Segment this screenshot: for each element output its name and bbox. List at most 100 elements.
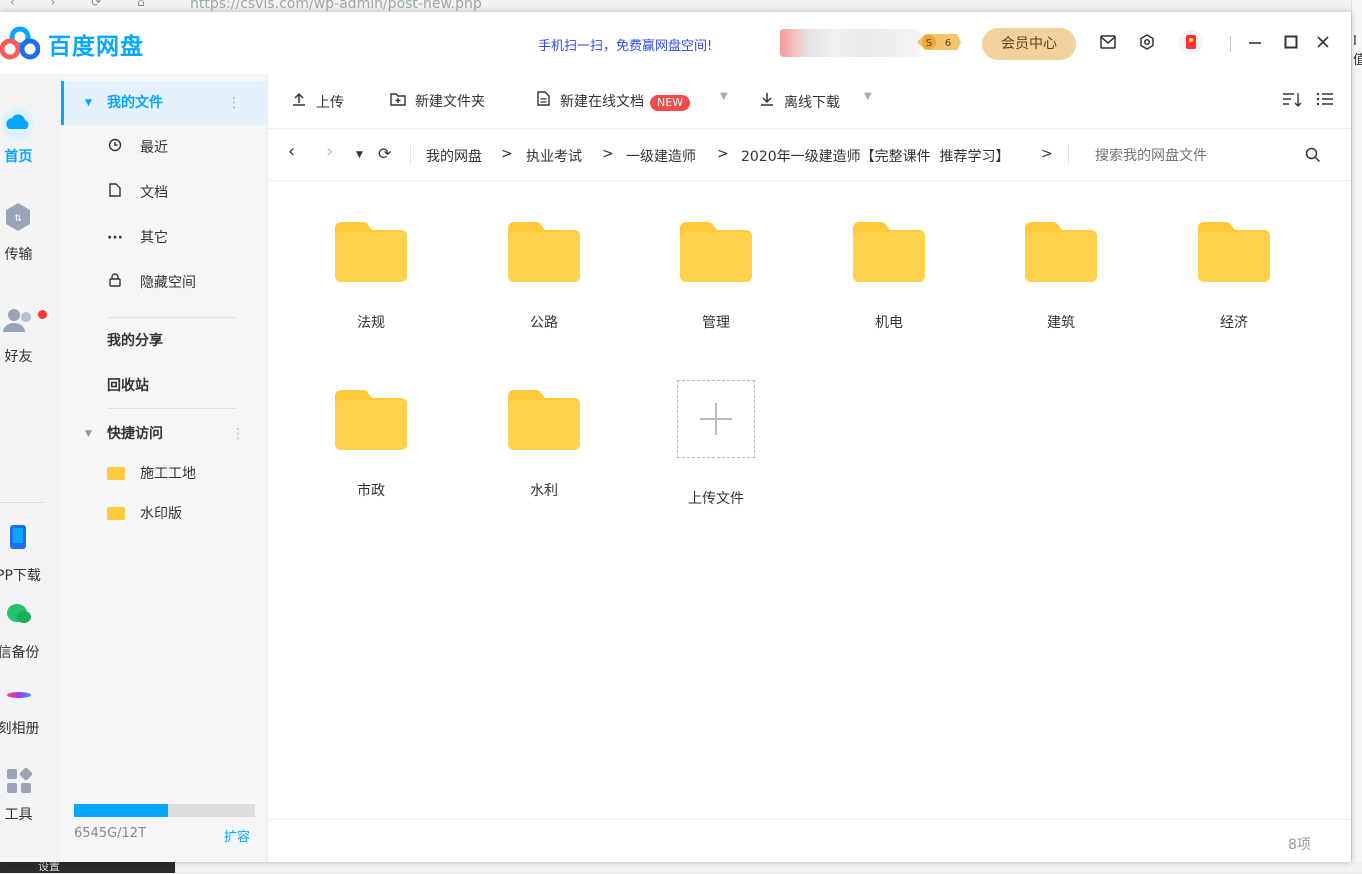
storage-usage-bar — [74, 804, 255, 817]
maximize-icon[interactable] — [1279, 30, 1303, 54]
expand-storage-link[interactable]: 扩容 — [224, 826, 250, 845]
storage-usage-text: 6545G/12T — [74, 826, 147, 841]
nav-tools-label: 工具 — [4, 807, 33, 823]
folder-item[interactable]: 水利 — [484, 388, 604, 508]
collapse-caret-icon[interactable]: ▼ — [85, 419, 92, 449]
breadcrumb-item[interactable]: 一级建造师 — [626, 146, 696, 166]
folder-icon — [1023, 220, 1099, 288]
sidebar-item-my-share[interactable]: 我的分享 — [61, 326, 267, 356]
upload-file-button[interactable] — [677, 380, 755, 458]
nav-app-download-label: PP下载 — [0, 568, 41, 584]
sidebar-my-share-label: 我的分享 — [107, 333, 163, 349]
nav-friends-label: 好友 — [4, 349, 33, 365]
browser-url[interactable]: https://csvis.com/wp-admin/post-new.php — [190, 0, 482, 12]
more-icon[interactable]: ⋮ — [227, 88, 241, 118]
refresh-icon[interactable]: ⟳ — [378, 144, 391, 163]
sidebar-hidden-label: 隐藏空间 — [140, 275, 196, 291]
album-icon — [7, 692, 31, 698]
sidebar-my-files-row[interactable]: ▼ 我的文件 ⋮ — [61, 88, 267, 118]
new-online-doc-button[interactable]: 新建在线文档 NEW — [534, 91, 691, 111]
nav-app-download[interactable]: PP下载 — [0, 524, 61, 584]
nav-transfer-label: 传输 — [4, 247, 33, 263]
sidebar-item-recycle[interactable]: 回收站 — [61, 371, 267, 401]
nav-wechat-backup[interactable]: 信备份 — [0, 602, 61, 662]
browser-strip: ‹ › ⟳ ⌂ https://csvis.com/wp-admin/post-… — [0, 0, 1362, 12]
sidebar-divider — [107, 408, 237, 409]
wechat-backup-icon — [7, 604, 31, 623]
toolbar: 上传 新建文件夹 新建在线文档 NEW ▼ 离线下载 ▼ — [268, 74, 1351, 129]
upload-file-label: 上传文件 — [688, 491, 744, 507]
nav-friends[interactable]: 好友 — [0, 302, 61, 365]
new-doc-dropdown-icon[interactable]: ▼ — [720, 91, 728, 102]
breadcrumb-item[interactable]: 2020年一级建造师【完整课件 推荐学习】 — [741, 146, 1010, 166]
left-navigation: 首页 ⇅ 传输 好友 PP下载 信备份 刻相册 工具 — [0, 74, 61, 862]
folder-item[interactable]: 机电 — [829, 220, 949, 340]
upload-button[interactable]: 上传 — [290, 91, 344, 111]
nav-transfer[interactable]: ⇅ 传输 — [0, 200, 61, 263]
collapse-caret-icon[interactable]: ▼ — [85, 88, 92, 118]
breadcrumb-item[interactable]: 执业考试 — [526, 146, 582, 166]
svip-badge: S 6 — [917, 33, 961, 51]
user-avatar-name[interactable] — [780, 29, 920, 57]
sidebar-quick-access-row[interactable]: ▼ 快捷访问 ⋮ — [61, 419, 267, 449]
upload-label: 上传 — [316, 95, 344, 111]
folder-item[interactable]: 管理 — [656, 220, 776, 340]
sidebar-item-hidden-space[interactable]: 隐藏空间 — [61, 268, 267, 298]
sidebar-recent-label: 最近 — [140, 140, 168, 156]
main-content: 上传 新建文件夹 新建在线文档 NEW ▼ 离线下载 ▼ ‹ › ▼ ⟳ 我的网盘… — [268, 74, 1351, 862]
forward-icon[interactable]: › — [326, 141, 333, 162]
nav-album[interactable]: 刻相册 — [0, 680, 61, 740]
nav-home[interactable]: 首页 — [0, 100, 61, 165]
browser-nav-icons[interactable]: ‹ › ⟳ ⌂ — [10, 0, 161, 9]
folder-name: 法规 — [357, 315, 385, 331]
promo-link[interactable]: 手机扫一扫，免费赢网盘空间! — [538, 35, 712, 54]
folder-item[interactable]: 建筑 — [1001, 220, 1121, 340]
download-icon — [758, 91, 776, 112]
offline-download-button[interactable]: 离线下载 — [758, 91, 840, 111]
folder-name: 公路 — [530, 315, 558, 331]
storage-usage-fill — [74, 804, 168, 817]
sidebar-quick-access-label: 快捷访问 — [107, 426, 163, 442]
status-footer: 8项 — [268, 819, 1351, 862]
vip-center-button[interactable]: 会员中心 — [982, 28, 1076, 60]
new-badge: NEW — [650, 95, 691, 111]
sidebar-quick-item[interactable]: 水印版 — [61, 499, 267, 529]
settings-icon[interactable] — [1135, 30, 1159, 54]
breadcrumb-separator[interactable]: > — [1041, 146, 1053, 162]
sidebar-item-docs[interactable]: 文档 — [61, 178, 267, 208]
file-sidebar: ▼ 我的文件 ⋮ 最近 文档 ··· 其它 隐藏空间 我的分享 回收站 ▼ 快捷… — [61, 74, 268, 862]
search-icon[interactable] — [1305, 147, 1321, 167]
folder-name: 建筑 — [1047, 315, 1075, 331]
back-icon[interactable]: ‹ — [288, 141, 295, 162]
red-envelope-icon[interactable] — [1179, 30, 1203, 54]
clock-icon — [107, 133, 123, 163]
folder-item[interactable]: 法规 — [311, 220, 431, 340]
plus-icon — [700, 403, 732, 435]
phone-icon — [10, 525, 26, 549]
breadcrumb-separator: > — [717, 146, 729, 162]
folder-item[interactable]: 经济 — [1174, 220, 1294, 340]
minimize-icon[interactable] — [1243, 30, 1267, 54]
breadcrumb-item[interactable]: 我的网盘 — [426, 146, 482, 166]
close-icon[interactable] — [1311, 30, 1335, 54]
sidebar-docs-label: 文档 — [140, 185, 168, 201]
nav-tools[interactable]: 工具 — [0, 768, 61, 828]
more-icon[interactable]: ⋮ — [231, 419, 245, 449]
sidebar-quick-item[interactable]: 施工工地 — [61, 459, 267, 489]
sidebar-item-other[interactable]: ··· 其它 — [61, 223, 267, 253]
new-folder-button[interactable]: 新建文件夹 — [389, 91, 485, 111]
list-view-icon[interactable] — [1316, 91, 1334, 111]
offline-dropdown-icon[interactable]: ▼ — [864, 91, 872, 102]
folder-item[interactable]: 公路 — [484, 220, 604, 340]
item-count: 8项 — [1288, 837, 1311, 853]
search-input[interactable] — [1093, 144, 1317, 168]
sidebar-item-recent[interactable]: 最近 — [61, 133, 267, 163]
tools-icon — [7, 768, 32, 793]
folder-item[interactable]: 市政 — [311, 388, 431, 508]
history-dropdown-icon[interactable]: ▼ — [356, 150, 363, 160]
mail-icon[interactable] — [1096, 30, 1120, 54]
ellipsis-icon: ··· — [107, 230, 123, 246]
sort-icon[interactable] — [1282, 91, 1302, 113]
baidu-netdisk-window: 百度网盘 手机扫一扫，免费赢网盘空间! S 6 会员中心 首页 ⇅ 传输 好友 … — [0, 12, 1351, 862]
folder-icon — [107, 499, 125, 529]
